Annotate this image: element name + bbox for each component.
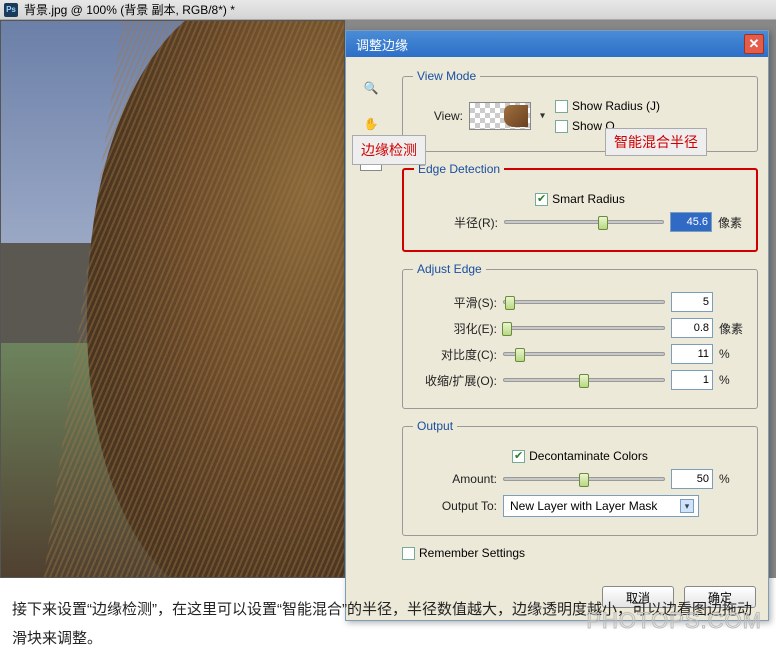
checkbox-checked-icon: ✔	[535, 193, 548, 206]
checkbox-icon	[402, 547, 415, 560]
amount-input[interactable]	[671, 469, 713, 489]
refine-edge-dialog: 调整边缘 ✕ 🔍 ✋ ✒ View Mode View: ▾	[345, 30, 769, 621]
adjust-edge-group: Adjust Edge 平滑(S): 羽化(E): 像素 对比度(C):	[402, 262, 758, 409]
zoom-tool-icon[interactable]: 🔍	[360, 77, 382, 99]
radius-slider[interactable]	[504, 220, 664, 224]
smooth-slider[interactable]	[503, 300, 665, 304]
contrast-input[interactable]	[671, 344, 713, 364]
contrast-slider[interactable]	[503, 352, 665, 356]
document-area: 边缘检测 智能混合半径 调整边缘 ✕ 🔍 ✋ ✒ View Mode View:…	[0, 20, 776, 578]
checkbox-icon	[555, 120, 568, 133]
view-label: View:	[413, 109, 463, 123]
close-icon: ✕	[749, 36, 760, 52]
dialog-titlebar[interactable]: 调整边缘 ✕	[346, 31, 768, 57]
feather-slider[interactable]	[503, 326, 665, 330]
callout-smart-radius: 智能混合半径	[605, 128, 707, 156]
watermark: PHOTOPS.COM	[586, 600, 762, 642]
radius-label: 半径(R):	[414, 214, 498, 231]
shift-label: 收缩/扩展(O):	[413, 372, 497, 389]
contrast-label: 对比度(C):	[413, 346, 497, 363]
dropdown-arrow-icon: ▾	[540, 111, 545, 122]
close-button[interactable]: ✕	[744, 34, 764, 54]
amount-slider[interactable]	[503, 477, 665, 481]
tutorial-caption: 接下来设置“边缘检测”，在这里可以设置“智能混合”的半径，半径数值越大，边缘透明…	[0, 578, 776, 665]
output-legend: Output	[413, 419, 457, 433]
edge-detection-group: Edge Detection ✔ Smart Radius 半径(R): 像素	[402, 162, 758, 252]
decontaminate-checkbox[interactable]: ✔ Decontaminate Colors	[512, 449, 648, 463]
view-mode-legend: View Mode	[413, 69, 480, 83]
smart-radius-checkbox[interactable]: ✔ Smart Radius	[535, 192, 625, 206]
checkbox-checked-icon: ✔	[512, 450, 525, 463]
amount-label: Amount:	[413, 472, 497, 486]
show-radius-checkbox[interactable]: Show Radius (J)	[555, 99, 660, 113]
feather-unit: 像素	[719, 320, 747, 337]
feather-label: 羽化(E):	[413, 320, 497, 337]
output-group: Output ✔ Decontaminate Colors Amount: % …	[402, 419, 758, 536]
document-title: 背景.jpg @ 100% (背景 副本, RGB/8*) *	[24, 1, 235, 18]
edge-detection-legend: Edge Detection	[414, 162, 504, 176]
callout-edge-detection: 边缘检测	[352, 135, 426, 165]
shift-unit: %	[719, 373, 747, 387]
amount-unit: %	[719, 472, 747, 486]
hand-tool-icon[interactable]: ✋	[360, 113, 382, 135]
contrast-unit: %	[719, 347, 747, 361]
checkbox-icon	[555, 100, 568, 113]
shift-input[interactable]	[671, 370, 713, 390]
view-thumbnail-button[interactable]: ▾	[469, 102, 531, 130]
output-to-value: New Layer with Layer Mask	[510, 499, 657, 513]
app-titlebar: Ps 背景.jpg @ 100% (背景 副本, RGB/8*) *	[0, 0, 776, 20]
adjust-edge-legend: Adjust Edge	[413, 262, 486, 276]
smooth-label: 平滑(S):	[413, 294, 497, 311]
shift-slider[interactable]	[503, 378, 665, 382]
output-to-select[interactable]: New Layer with Layer Mask ▾	[503, 495, 699, 517]
radius-unit: 像素	[718, 214, 746, 231]
feather-input[interactable]	[671, 318, 713, 338]
output-to-label: Output To:	[413, 499, 497, 513]
image-canvas[interactable]	[0, 20, 345, 578]
photoshop-icon: Ps	[4, 3, 18, 17]
radius-input[interactable]	[670, 212, 712, 232]
dialog-title-text: 调整边缘	[356, 35, 408, 54]
remember-settings-checkbox[interactable]: Remember Settings	[402, 546, 525, 560]
chevron-down-icon: ▾	[680, 499, 694, 513]
smooth-input[interactable]	[671, 292, 713, 312]
